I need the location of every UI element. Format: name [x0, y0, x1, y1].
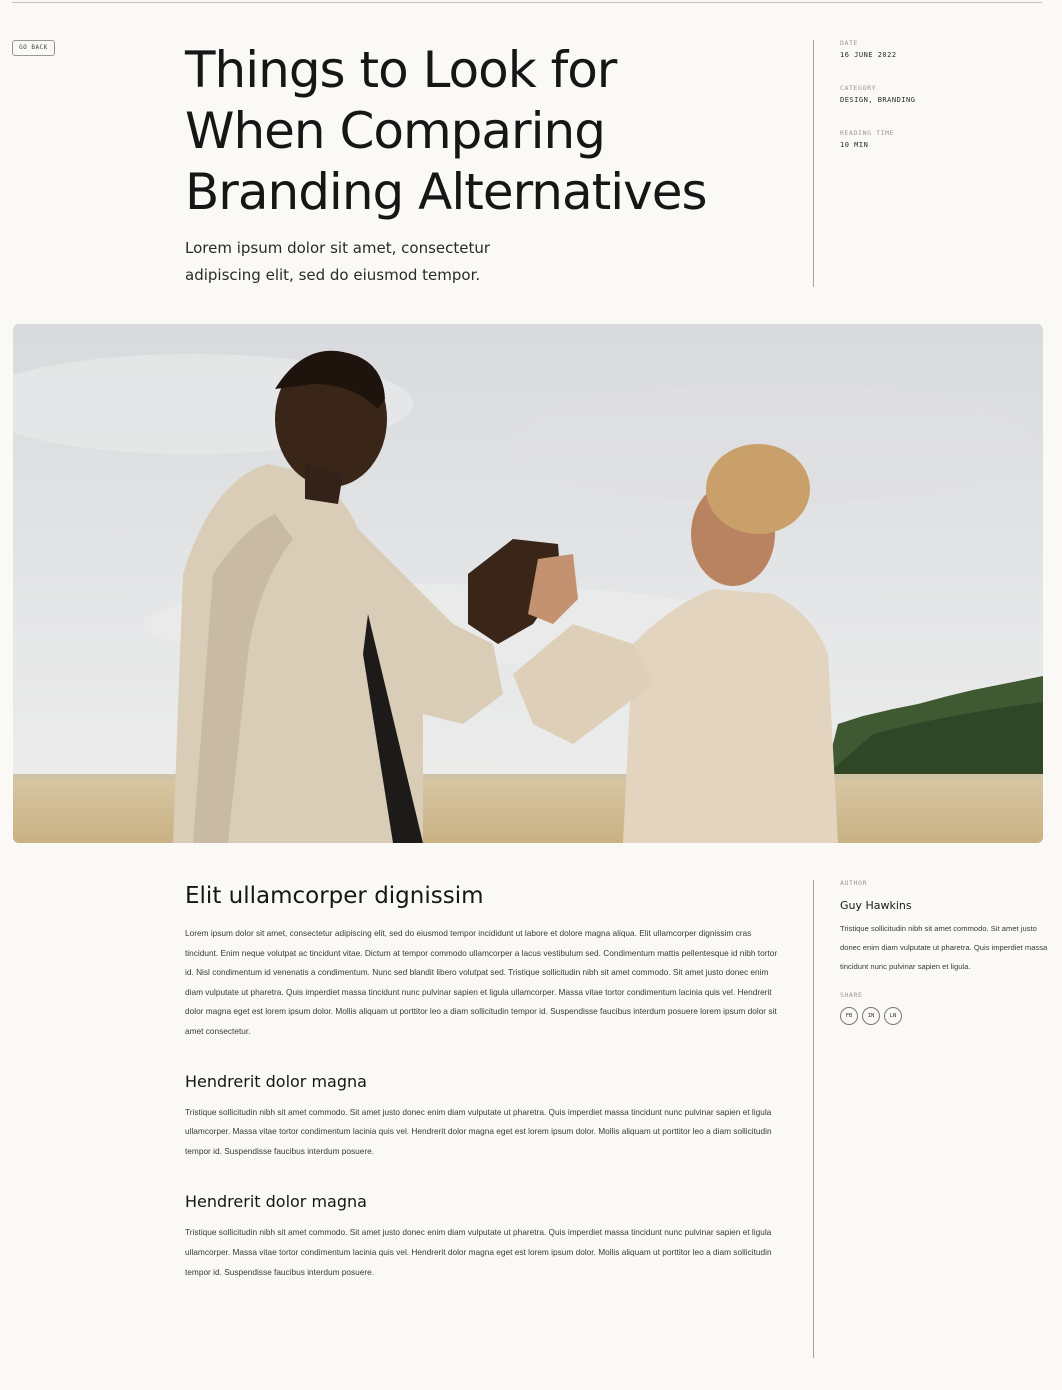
meta-reading-time: READING TIME 10 MIN	[840, 128, 1040, 152]
author-name[interactable]: Guy Hawkins	[840, 898, 1050, 914]
post-meta: DATE 16 JUNE 2022 CATEGORY DESIGN, BRAND…	[840, 38, 1040, 173]
meta-reading-value: 10 MIN	[840, 141, 869, 149]
page-title-line: When Comparing	[185, 102, 606, 160]
page-subtitle-line: Lorem ipsum dolor sit amet, consectetur	[185, 239, 491, 257]
hero-photo-illustration	[13, 324, 1043, 843]
go-back-button[interactable]: GO BACK	[12, 40, 55, 56]
article-paragraph: Lorem ipsum dolor sit amet, consectetur …	[185, 928, 778, 1036]
meta-category-label: CATEGORY	[840, 84, 877, 92]
meta-reading-label: READING TIME	[840, 129, 895, 137]
meta-date-value: 16 JUNE 2022	[840, 51, 897, 59]
page-title-line: Things to Look for	[185, 41, 617, 99]
author-sidebar: AUTHOR Guy Hawkins Tristique sollicitudi…	[840, 878, 1050, 1025]
meta-category-value: DESIGN, BRANDING	[840, 96, 916, 104]
meta-date-label: DATE	[840, 39, 859, 47]
article-paragraph: Tristique sollicitudin nibh sit amet com…	[185, 1106, 772, 1156]
hero-photo	[13, 324, 1043, 843]
share-instagram-button[interactable]: IN	[862, 1007, 880, 1025]
page-title: Things to Look for When Comparing Brandi…	[185, 40, 795, 223]
meta-divider	[813, 40, 814, 287]
page-subtitle-line: adipiscing elit, sed do eiusmod tempor.	[185, 266, 481, 284]
sidebar-divider	[813, 880, 814, 1358]
share-label: SHARE	[840, 991, 863, 999]
author-bio: Tristique sollicitudin nibh sit amet com…	[840, 924, 1048, 971]
share-linkedin-button[interactable]: LN	[884, 1007, 902, 1025]
share-facebook-button[interactable]: FB	[840, 1007, 858, 1025]
author-label: AUTHOR	[840, 879, 868, 887]
article-body: Elit ullamcorper dignissim Lorem ipsum d…	[185, 880, 785, 1282]
meta-category: CATEGORY DESIGN, BRANDING	[840, 83, 1040, 107]
share-buttons: FB IN LN	[840, 1007, 1050, 1025]
subsection-title: Hendrerit dolor magna	[185, 1071, 367, 1091]
section-title: Elit ullamcorper dignissim	[185, 883, 484, 909]
subsection-title: Hendrerit dolor magna	[185, 1192, 367, 1212]
top-divider	[12, 2, 1042, 3]
article-paragraph: Tristique sollicitudin nibh sit amet com…	[185, 1227, 772, 1277]
meta-date: DATE 16 JUNE 2022	[840, 38, 1040, 62]
page-subtitle: Lorem ipsum dolor sit amet, consectetur …	[185, 235, 545, 289]
page-title-line: Branding Alternatives	[185, 163, 708, 221]
